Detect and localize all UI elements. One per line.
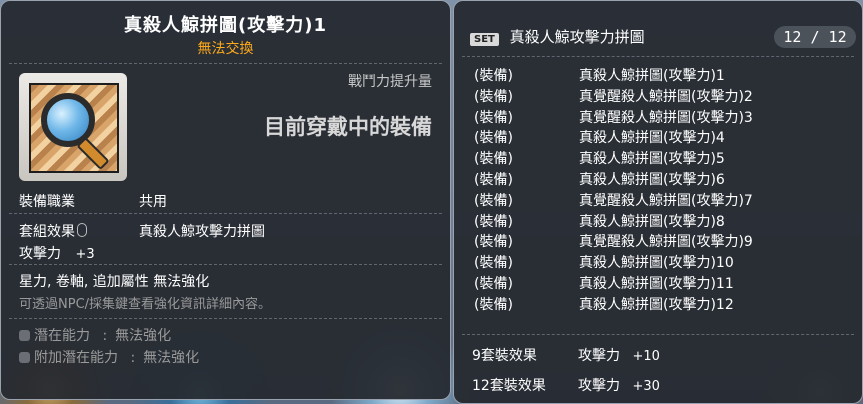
potential-value: 無法強化: [115, 328, 172, 344]
bonus-potential-label: 附加潛在能力: [34, 350, 118, 366]
set-bonus-label: 9套裝效果: [472, 348, 537, 364]
list-item: (裝備) 真殺人鯨拼圖(攻擊力)11: [474, 275, 734, 292]
divider: [462, 56, 854, 57]
stat-label: 攻擊力: [19, 246, 61, 262]
set-bonus-row: 12套裝效果 攻擊力 +30: [472, 375, 660, 395]
set-tooltip: SET 真殺人鯨攻擊力拼圖 12 / 12 (裝備) 真殺人鯨拼圖(攻擊力)1 (…: [453, 0, 863, 404]
bonus-potential-value: 無法強化: [143, 350, 200, 366]
bonus-potential-lock-icon: [19, 352, 30, 363]
magnifier-handle-icon: [76, 136, 110, 171]
list-item: (裝備) 真殺人鯨拼圖(攻擊力)1: [474, 68, 725, 84]
set-header: SET 真殺人鯨攻擊力拼圖: [470, 26, 645, 47]
set-effect-label: 套組效果: [19, 224, 75, 240]
set-bonus-stat: 攻擊力: [578, 378, 620, 394]
mouse-icon: [77, 223, 87, 237]
npc-hint: 可透過NPC/採集鍵查看強化資訊詳細內容。: [19, 297, 272, 312]
divider: [9, 264, 442, 265]
divider: [9, 318, 442, 319]
set-effect-row: 套組效果: [19, 221, 87, 241]
trade-status: 無法交換: [197, 41, 254, 57]
stat-row: 攻擊力 +3: [19, 243, 95, 263]
potential-lock-icon: [19, 330, 30, 341]
divider: [462, 334, 854, 335]
list-item: (裝備) 真殺人鯨拼圖(攻擊力)5: [474, 151, 725, 168]
puzzle-piece-icon: [29, 83, 119, 173]
potential-separator: :: [102, 328, 108, 344]
divider: [9, 213, 442, 214]
power-change-label: 戰鬥力提升量: [348, 74, 432, 90]
list-item: (裝備) 真殺人鯨拼圖(攻擊力)8: [474, 213, 725, 230]
list-item: (裝備) 真殺人鯨拼圖(攻擊力)10: [474, 255, 734, 272]
list-item: (裝備) 真覺醒殺人鯨拼圖(攻擊力)9: [474, 234, 753, 251]
list-item: (裝備) 真覺醒殺人鯨拼圖(攻擊力)2: [474, 88, 753, 105]
set-item-list: (裝備) 真殺人鯨拼圖(攻擊力)1 (裝備) 真覺醒殺人鯨拼圖(攻擊力)2 (裝備)…: [474, 66, 854, 316]
item-tooltip: 真殺人鯨拼圖(攻擊力)1 無法交換 戰鬥力提升量 目前穿戴中的裝備 裝備職業 共…: [0, 0, 451, 400]
enhance-text: 星力, 卷軸, 追加屬性 無法強化: [19, 274, 210, 290]
list-item: (裝備) 真殺人鯨拼圖(攻擊力)6: [474, 171, 725, 188]
equipped-status: 目前穿戴中的裝備: [264, 115, 432, 139]
potential-label: 潛在能力: [34, 328, 90, 344]
list-item: (裝備) 真殺人鯨拼圖(攻擊力)4: [474, 130, 725, 147]
bonus-potential-row: 附加潛在能力 : 無法強化: [19, 347, 199, 367]
bonus-potential-separator: :: [130, 350, 136, 366]
set-bonus-value: +30: [632, 379, 660, 394]
potential-row: 潛在能力 : 無法強化: [19, 325, 171, 345]
set-count-badge: 12 / 12: [774, 26, 856, 48]
set-effect-value: 真殺人鯨攻擊力拼圖: [139, 224, 265, 240]
set-bonus-stat: 攻擊力: [578, 348, 620, 364]
divider: [9, 63, 442, 64]
list-item: (裝備) 真覺醒殺人鯨拼圖(攻擊力)3: [474, 109, 753, 126]
stat-value: +3: [75, 247, 95, 262]
job-value: 共用: [139, 194, 167, 210]
set-bonus-value: +10: [632, 349, 660, 364]
set-bonus-label: 12套裝效果: [472, 378, 546, 394]
set-badge: SET: [470, 33, 499, 46]
set-bonus-row: 9套裝效果 攻擊力 +10: [472, 345, 660, 365]
list-item: (裝備) 真覺醒殺人鯨拼圖(攻擊力)7: [474, 192, 753, 209]
job-label: 裝備職業: [19, 194, 75, 210]
item-icon-frame: [19, 73, 127, 181]
item-name: 真殺人鯨拼圖(攻擊力)1: [124, 15, 327, 36]
list-item: (裝備) 真殺人鯨拼圖(攻擊力)12: [474, 296, 734, 313]
set-name: 真殺人鯨攻擊力拼圖: [509, 28, 645, 46]
